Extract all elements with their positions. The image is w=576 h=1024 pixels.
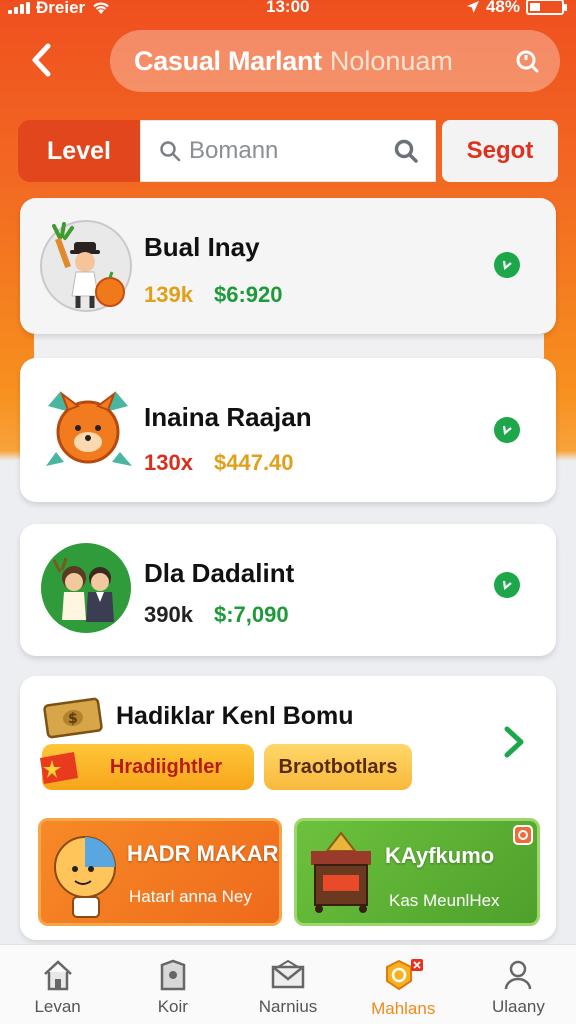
page-title-suffix: Nolonuam: [329, 45, 453, 76]
promo-subtitle: Kas MeunlHex: [389, 891, 500, 910]
nav-label: Levan: [34, 997, 81, 1016]
nav-label: Koir: [157, 997, 188, 1016]
promo-title: HADR MAKAR: [127, 841, 279, 866]
player-card[interactable]: Bual Inay 139k $6:920: [20, 198, 556, 334]
search-icon[interactable]: [514, 48, 540, 74]
status-right: 48%: [466, 0, 567, 17]
card-stack-shadow: [34, 334, 544, 358]
search-box[interactable]: [140, 120, 436, 182]
player-amount: $:7,090: [214, 602, 289, 627]
level-tab[interactable]: Level: [18, 120, 140, 182]
player-count: 390k: [144, 602, 193, 627]
shop-stall-icon: [311, 831, 371, 913]
nav-label: Mahlans: [371, 999, 436, 1018]
status-bar: Ðreier 13:00 48%: [0, 0, 576, 18]
wifi-icon: [93, 2, 109, 14]
highlighter-tag[interactable]: Hradiightler: [40, 744, 254, 790]
profile-icon: [505, 960, 532, 990]
cash-icon: $: [43, 697, 103, 739]
chevron-left-icon: [32, 43, 51, 77]
location-icon: [466, 1, 479, 13]
nav-label: Ulaany: [491, 997, 545, 1016]
player-name: Dla Dadalint: [144, 558, 295, 588]
player-count: 139k: [144, 282, 193, 307]
fox-mascot-icon: [46, 391, 132, 466]
nav-item-coin[interactable]: Mahlans: [346, 945, 461, 1024]
bottom-nav: Levan Koir Narnius Mahlans Ulaany: [0, 944, 576, 1024]
mail-icon: [271, 959, 305, 989]
player-name: Inaina Raajan: [144, 402, 312, 432]
coin-icon: [386, 959, 424, 991]
nav-item-home[interactable]: Levan: [0, 945, 115, 1024]
nav-label: Narnius: [258, 997, 318, 1016]
check-icon[interactable]: [494, 572, 520, 598]
battery-percent: 48%: [485, 0, 520, 16]
player-card[interactable]: Dla Dadalint 390k $:7,090: [20, 524, 556, 656]
svg-text:$: $: [68, 711, 78, 727]
player-count: 130x: [144, 450, 193, 475]
nav-item-mail[interactable]: Narnius: [230, 945, 345, 1024]
bonus-title: Hadiklar Kenl Bomu: [116, 702, 354, 730]
promo-title: KAyfkumo: [385, 843, 495, 868]
nav-item-bag[interactable]: Koir: [115, 945, 230, 1024]
mascot-icon: [54, 836, 116, 918]
player-amount: $6:920: [214, 282, 283, 307]
chevron-right-icon[interactable]: [502, 724, 526, 760]
player-amount: $447.40: [214, 450, 294, 475]
sort-button[interactable]: Segot: [442, 120, 558, 182]
clock: 13:00: [266, 0, 310, 16]
check-icon[interactable]: [494, 417, 520, 443]
promo-card[interactable]: HADR MAKAR Hatarl anna Ney: [38, 818, 282, 926]
star-flag-icon: [40, 752, 78, 784]
highlighter-label: Hradiightler: [109, 755, 223, 778]
bag-icon: [160, 959, 186, 991]
carrier-text: Ðreier: [36, 0, 86, 17]
player-card[interactable]: Inaina Raajan 130x $447.40: [20, 358, 556, 502]
nav-item-profile[interactable]: Ulaany: [461, 945, 576, 1024]
check-icon[interactable]: [494, 252, 520, 278]
chef-avatar-icon: [40, 220, 132, 312]
bonus-panel: $ Hadiklar Kenl Bomu Hradiightler Braotb…: [20, 676, 556, 940]
signal-icon: [8, 2, 30, 14]
search-icon: [160, 141, 181, 162]
promo-card[interactable]: KAyfkumo Kas MeunlHex: [294, 818, 540, 926]
search-input[interactable]: [189, 137, 389, 165]
couple-avatar-icon: [41, 543, 131, 633]
filter-row: Level Segot: [18, 120, 558, 182]
battery-icon: [526, 0, 567, 15]
home-icon: [43, 960, 72, 991]
page-title: Casual Marlant: [134, 45, 322, 76]
bonus-tag[interactable]: Braotbotlars: [264, 744, 412, 790]
player-name: Bual Inay: [144, 232, 260, 262]
badge-icon: [513, 825, 533, 845]
signal-group: Ðreier: [8, 0, 111, 18]
promo-subtitle: Hatarl anna Ney: [129, 887, 252, 906]
back-button[interactable]: [26, 40, 56, 80]
search-submit-icon[interactable]: [393, 138, 419, 164]
title-bar[interactable]: Casual Marlant Nolonuam: [110, 30, 560, 92]
